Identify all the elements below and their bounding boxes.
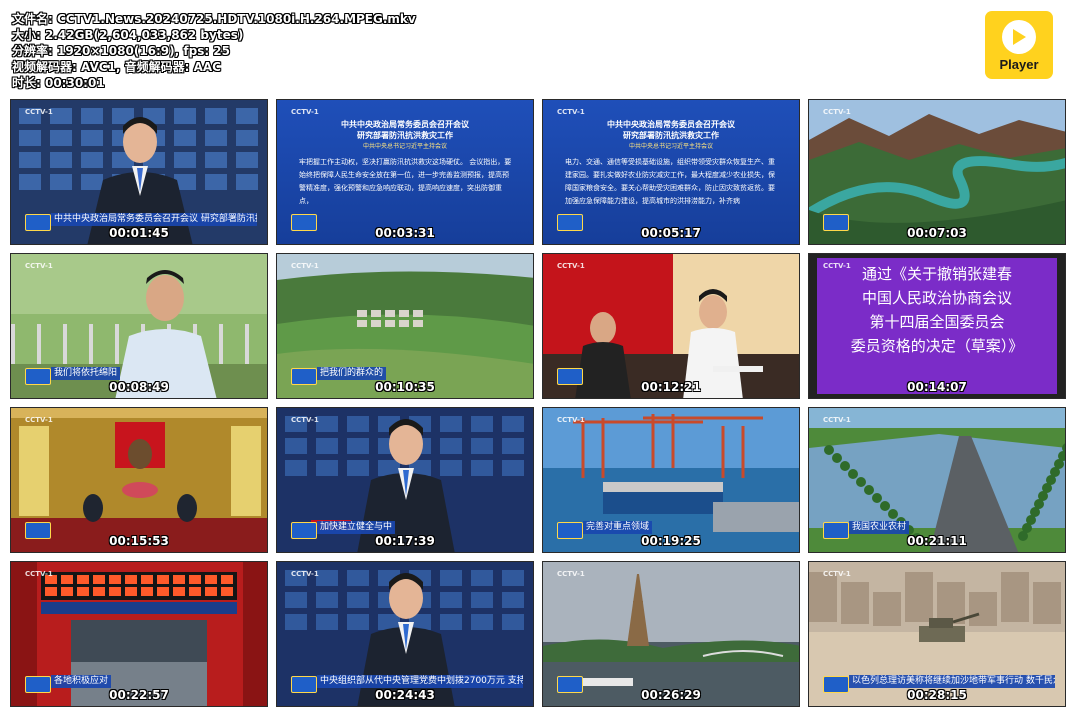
channel-logo: CCTV-1	[25, 416, 53, 424]
file-info: 文件名: CCTV1.News.20240725.HDTV.1080i.H.26…	[12, 11, 416, 91]
thumbnail[interactable]: CCTV-1 完善对重点领域 00:19:25	[542, 407, 800, 553]
channel-logo: CCTV-1	[25, 262, 53, 270]
thumbnail[interactable]: CCTV-1 中共中央政治局常务委员会召开会议 研究部署防汛抗洪救灾工作 中共中央…	[10, 99, 268, 245]
file-duration: 时长: 00:30:01	[12, 76, 105, 90]
thumbnail[interactable]: CCTV-1 加快建立健全与中 00:17:39	[276, 407, 534, 553]
thumbnail[interactable]: CCTV-1 00:12:21	[542, 253, 800, 399]
thumbnail[interactable]: CCTV-1 00:07:03	[808, 99, 1066, 245]
caption: 把我们的群众的	[317, 367, 387, 380]
channel-logo: CCTV-1	[291, 108, 319, 116]
file-size: 大小: 2.42GB(2,604,033,862 bytes)	[12, 28, 244, 42]
channel-logo: CCTV-1	[823, 570, 851, 578]
channel-logo: CCTV-1	[557, 416, 585, 424]
channel-logo: CCTV-1	[557, 262, 585, 270]
timestamp: 00:05:17	[641, 226, 701, 240]
thumbnail[interactable]: CCTV-1 00:26:29	[542, 561, 800, 707]
caption: 各地积极应对	[51, 675, 112, 688]
caption: 我国农业农村	[849, 521, 910, 534]
announcement-frame: 通过《关于撤销张建春 中国人民政治协商会议 第十四届全国委员会 委员资格的决定（草案）…	[817, 258, 1057, 394]
play-icon	[1002, 20, 1036, 54]
thumbnail[interactable]: CCTV-1 我国农业农村 00:21:11	[808, 407, 1066, 553]
channel-logo: CCTV-1	[823, 416, 851, 424]
timestamp: 00:26:29	[641, 688, 701, 702]
caption: 中央组织部从代中央管理党费中划拨2700万元 支持四川、陕西	[317, 675, 523, 688]
caption: 完善对重点领域	[583, 521, 653, 534]
channel-logo: CCTV-1	[25, 570, 53, 578]
caption: 以色列总理访美称将继续加沙地带军事行动 数千民众在美国国会	[849, 675, 1055, 688]
timestamp: 00:15:53	[109, 534, 169, 548]
timestamp: 00:14:07	[907, 380, 967, 394]
timestamp: 00:24:43	[375, 688, 435, 702]
thumbnail[interactable]: CCTV-1 00:15:53	[10, 407, 268, 553]
channel-logo: CCTV-1	[823, 262, 851, 270]
timestamp: 00:12:21	[641, 380, 701, 394]
timestamp: 00:19:25	[641, 534, 701, 548]
channel-logo: CCTV-1	[823, 108, 851, 116]
caption: 中共中央政治局常务委员会召开会议 研究部署防汛抗洪救灾工作 中共中央总书记习近平…	[51, 213, 257, 226]
timestamp: 00:21:11	[907, 534, 967, 548]
thumbnail[interactable]: CCTV-1 把我们的群众的 00:10:35	[276, 253, 534, 399]
thumbnail[interactable]: CCTV-1 各地积极应对 00:22:57	[10, 561, 268, 707]
player-button[interactable]: Player	[985, 11, 1053, 79]
channel-logo: CCTV-1	[25, 108, 53, 116]
timestamp: 00:08:49	[109, 380, 169, 394]
timestamp: 00:03:31	[375, 226, 435, 240]
channel-logo: CCTV-1	[291, 262, 319, 270]
thumbnail[interactable]: CCTV-1 中央组织部从代中央管理党费中划拨2700万元 支持四川、陕西00:2…	[276, 561, 534, 707]
thumbnail[interactable]: CCTV-1 我们将依托绵阳 00:08:49	[10, 253, 268, 399]
file-name: 文件名: CCTV1.News.20240725.HDTV.1080i.H.26…	[12, 12, 416, 26]
timestamp: 00:28:15	[907, 688, 967, 702]
thumbnail[interactable]: CCTV-1 以色列总理访美称将继续加沙地带军事行动 数千民众在美国国会00:28…	[808, 561, 1066, 707]
caption: 我们将依托绵阳	[51, 367, 121, 380]
thumbnail[interactable]: 中共中央政治局常务委员会召开会议 研究部署防汛抗洪救灾工作 中共中央总书记习近平…	[276, 99, 534, 245]
file-codecs: 视频解码器: AVC1, 音频解码器: AAC	[12, 60, 221, 74]
channel-logo: CCTV-1	[291, 416, 319, 424]
player-label: Player	[999, 57, 1039, 72]
timestamp: 00:17:39	[375, 534, 435, 548]
file-resolution: 分辨率: 1920×1080(16:9), fps: 25	[12, 44, 231, 58]
channel-logo: CCTV-1	[557, 570, 585, 578]
channel-logo: CCTV-1	[557, 108, 585, 116]
caption: 加快建立健全与中	[317, 521, 396, 534]
thumbnail[interactable]: 中共中央政治局常务委员会召开会议 研究部署防汛抗洪救灾工作 中共中央总书记习近平…	[542, 99, 800, 245]
thumbnail-grid: CCTV-1中共中央政治局常务委员会召开会议 研究部署防汛抗洪救灾工作 中共中央…	[10, 99, 1066, 707]
channel-logo: CCTV-1	[291, 570, 319, 578]
timestamp: 00:07:03	[907, 226, 967, 240]
timestamp: 00:10:35	[375, 380, 435, 394]
timestamp: 00:01:45	[109, 226, 169, 240]
thumbnail[interactable]: 通过《关于撤销张建春 中国人民政治协商会议 第十四届全国委员会 委员资格的决定（草案）…	[808, 253, 1066, 399]
timestamp: 00:22:57	[109, 688, 169, 702]
